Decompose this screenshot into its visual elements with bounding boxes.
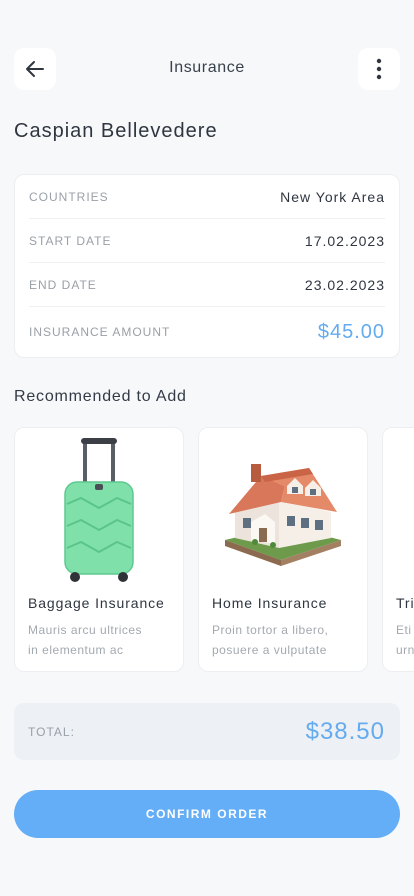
card-title: Home Insurance — [212, 595, 328, 611]
page-title: Insurance — [169, 59, 245, 76]
detail-label: END DATE — [29, 277, 97, 292]
total-label: TOTAL: — [28, 724, 75, 739]
card-description: Mauris arcu ultrices in elementum ac — [28, 623, 143, 657]
suitcase-image — [15, 436, 183, 586]
recommendation-card-partial[interactable]: Tri Eti urn — [382, 427, 414, 672]
detail-row-countries: COUNTRIES New York Area — [29, 175, 385, 219]
card-title: Tri — [396, 595, 414, 611]
detail-row-start-date: START DATE 17.02.2023 — [29, 219, 385, 263]
house-image — [199, 436, 367, 586]
recommended-section-title: Recommended to Add — [14, 388, 187, 405]
more-vertical-icon — [376, 58, 382, 80]
recommendation-card-home[interactable]: Home Insurance Proin tortor a libero, po… — [198, 427, 368, 672]
detail-row-end-date: END DATE 23.02.2023 — [29, 263, 385, 307]
insured-person-name: Caspian Bellevedere — [14, 120, 218, 142]
insurance-screen: Insurance Caspian Bellevedere COUNTRIES … — [0, 0, 414, 896]
recommendation-card-baggage[interactable]: Baggage Insurance Mauris arcu ultrices i… — [14, 427, 184, 672]
detail-label: INSURANCE AMOUNT — [29, 325, 171, 339]
card-description: Eti urn — [396, 623, 414, 657]
insurance-amount-value: $45.00 — [317, 320, 385, 343]
insurance-details-card: COUNTRIES New York Area START DATE 17.02… — [14, 174, 400, 358]
detail-label: COUNTRIES — [29, 189, 109, 204]
detail-value: 17.02.2023 — [304, 232, 385, 249]
card-title: Baggage Insurance — [28, 595, 165, 611]
detail-row-insurance-amount: INSURANCE AMOUNT $45.00 — [29, 307, 385, 357]
more-options-button[interactable] — [358, 48, 400, 90]
card-description: Proin tortor a libero, posuere a vulputa… — [212, 623, 329, 657]
order-total: TOTAL: $38.50 — [14, 703, 400, 760]
total-value: $38.50 — [305, 717, 385, 745]
detail-label: START DATE — [29, 233, 112, 248]
confirm-order-button[interactable]: CONFIRM ORDER — [14, 790, 400, 838]
detail-value: 23.02.2023 — [304, 276, 385, 293]
detail-value: New York Area — [280, 188, 385, 205]
